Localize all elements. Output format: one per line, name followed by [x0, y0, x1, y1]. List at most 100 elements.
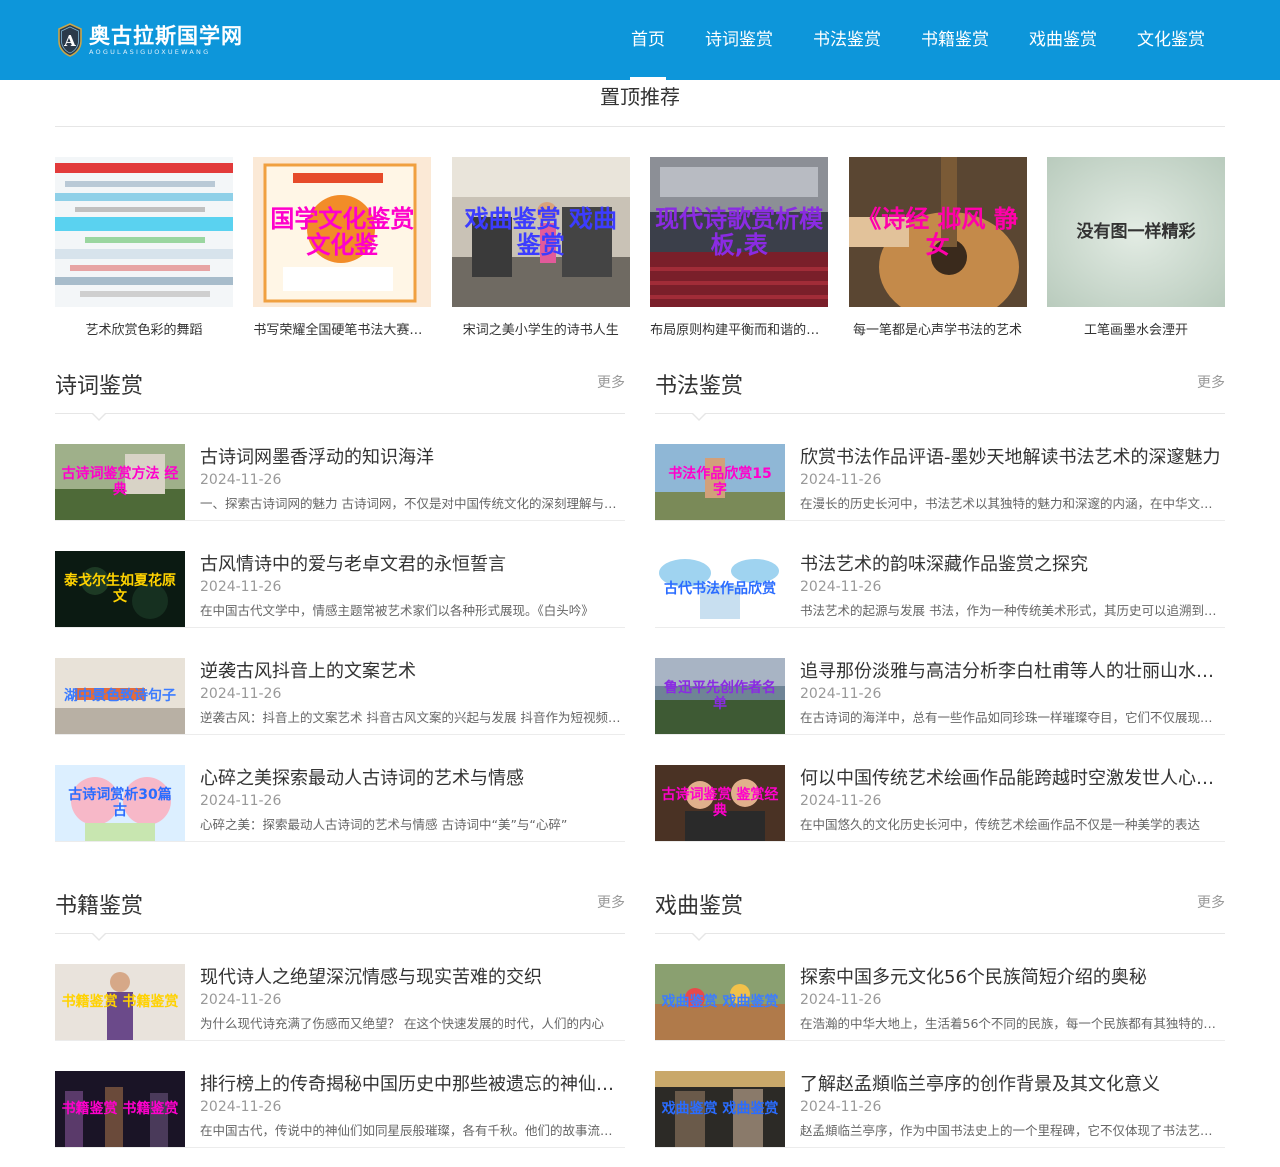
top-card[interactable]: 《诗经 邶风 静女 每一笔都是心声学书法的艺术 — [848, 157, 1027, 338]
item-excerpt: 为什么现代诗充满了伤感而又绝望？ 在这个快速发展的时代，人们的内心 — [200, 1016, 604, 1031]
item-thumbnail[interactable]: 戏曲鉴赏 戏曲鉴赏 — [655, 964, 785, 1040]
list-item[interactable]: 古诗词鉴赏方法 经典 古诗词网墨香浮动的知识海洋 2024-11-26 一、探索… — [55, 414, 625, 521]
shield-logo-icon: A — [58, 23, 82, 57]
nav-poetry[interactable]: 诗词鉴赏 — [685, 0, 793, 80]
item-title[interactable]: 排行榜上的传奇揭秘中国历史中那些被遗忘的神仙故事 — [200, 1073, 625, 1097]
main-nav: 首页 诗词鉴赏 书法鉴赏 书籍鉴赏 戏曲鉴赏 文化鉴赏 — [611, 0, 1225, 80]
nav-opera[interactable]: 戏曲鉴赏 — [1009, 0, 1117, 80]
more-link[interactable]: 更多 — [1197, 892, 1225, 912]
item-date: 2024-11-26 — [800, 1099, 882, 1115]
item-title[interactable]: 何以中国传统艺术绘画作品能跨越时空激发世人心灵的共鸣 — [800, 767, 1225, 791]
item-thumbnail[interactable]: 戏曲鉴赏 戏曲鉴赏 — [655, 1071, 785, 1147]
logo-title: 奥古拉斯国学网 — [89, 22, 243, 48]
item-thumbnail[interactable]: 古代书法作品欣赏 — [655, 551, 785, 627]
nav-culture[interactable]: 文化鉴赏 — [1117, 0, 1225, 80]
top-card[interactable]: 现代诗歌赏析模板,表 布局原则构建平衡而和谐的空间设计 — [650, 157, 829, 338]
item-title[interactable]: 书法艺术的韵味深藏作品鉴赏之探究 — [800, 553, 1225, 577]
list-item[interactable]: 泰戈尔生如夏花原文 古风情诗中的爱与老卓文君的永恒誓言 2024-11-26 在… — [55, 521, 625, 628]
item-date: 2024-11-26 — [800, 686, 882, 702]
item-thumbnail[interactable]: 湖中景色致诗句子 — [55, 658, 185, 734]
item-thumbnail[interactable]: 书籍鉴赏 书籍鉴赏 — [55, 1071, 185, 1147]
top-card[interactable]: 艺术欣赏色彩的舞蹈 — [55, 157, 233, 338]
nav-home[interactable]: 首页 — [611, 0, 685, 80]
list-item[interactable]: 湖中景色致诗句子 逆袭古风抖音上的文案艺术 2024-11-26 逆袭古风：抖音… — [55, 628, 625, 735]
more-link[interactable]: 更多 — [1197, 372, 1225, 392]
card-caption[interactable]: 宋词之美小学生的诗书人生 — [452, 319, 630, 338]
item-title[interactable]: 古诗词网墨香浮动的知识海洋 — [200, 446, 625, 470]
item-title[interactable]: 追寻那份淡雅与高洁分析李白杜甫等人的壮丽山水诗篇 — [800, 660, 1225, 684]
card-caption[interactable]: 工笔画墨水会湮开 — [1047, 319, 1225, 338]
list-item[interactable]: 古诗词鉴赏 鉴赏经典 何以中国传统艺术绘画作品能跨越时空激发世人心灵的共鸣 20… — [655, 735, 1225, 842]
list-item[interactable]: 鲁迅平先创作者名单 追寻那份淡雅与高洁分析李白杜甫等人的壮丽山水诗篇 2024-… — [655, 628, 1225, 735]
item-excerpt: 在中国悠久的文化历史长河中，传统艺术绘画作品不仅是一种美学的表达 — [800, 817, 1201, 832]
item-title[interactable]: 古风情诗中的爱与老卓文君的永恒誓言 — [200, 553, 625, 577]
item-date: 2024-11-26 — [800, 793, 882, 809]
item-date: 2024-11-26 — [800, 579, 882, 595]
item-thumbnail[interactable]: 泰戈尔生如夏花原文 — [55, 551, 185, 627]
card-caption[interactable]: 每一笔都是心声学书法的艺术 — [849, 319, 1027, 338]
item-title[interactable]: 现代诗人之绝望深沉情感与现实苦难的交织 — [200, 966, 625, 990]
item-date: 2024-11-26 — [200, 686, 282, 702]
site-logo[interactable]: A 奥古拉斯国学网 AOGULASIGUOXUEWANG — [57, 20, 243, 60]
thumbnail-overlay-text: 戏曲鉴赏 戏曲鉴赏 — [661, 1101, 779, 1117]
top-card[interactable]: 没有图一样精彩 工笔画墨水会湮开 — [1046, 157, 1225, 338]
more-link[interactable]: 更多 — [597, 372, 625, 392]
item-excerpt: 在中国古代文学中，情感主题常被艺术家们以各种形式展现。《白头吟》 — [200, 603, 594, 618]
card-thumbnail[interactable] — [55, 157, 233, 307]
list-item[interactable]: 戏曲鉴赏 戏曲鉴赏 探索中国多元文化56个民族简短介绍的奥秘 2024-11-2… — [655, 934, 1225, 1041]
top-card[interactable]: 国学文化鉴赏 文化鉴 书写荣耀全国硬笔书法大赛启动仪式 — [253, 157, 432, 338]
item-title[interactable]: 逆袭古风抖音上的文案艺术 — [200, 660, 625, 684]
card-thumbnail[interactable]: 戏曲鉴赏 戏曲鉴赏 — [451, 157, 630, 307]
card-thumbnail[interactable]: 没有图一样精彩 — [1046, 157, 1225, 307]
thumbnail-overlay-text: 湖中景色致诗句子 — [64, 688, 176, 704]
item-date: 2024-11-26 — [200, 992, 282, 1008]
top-card[interactable]: 戏曲鉴赏 戏曲鉴赏 宋词之美小学生的诗书人生 — [451, 157, 630, 338]
list-item[interactable]: 书法作品欣赏15 字 欣赏书法作品评语-墨妙天地解读书法艺术的深邃魅力 2024… — [655, 414, 1225, 521]
thumbnail-overlay-text: 古代书法作品欣赏 — [664, 581, 776, 597]
item-thumbnail[interactable]: 古诗词鉴赏 鉴赏经典 — [655, 765, 785, 841]
list-item[interactable]: 古代书法作品欣赏 书法艺术的韵味深藏作品鉴赏之探究 2024-11-26 书法艺… — [655, 521, 1225, 628]
card-thumbnail[interactable]: 现代诗歌赏析模板,表 — [650, 157, 829, 307]
more-link[interactable]: 更多 — [597, 892, 625, 912]
item-title[interactable]: 心碎之美探索最动人古诗词的艺术与情感 — [200, 767, 625, 791]
item-thumbnail[interactable]: 书籍鉴赏 书籍鉴赏 — [55, 964, 185, 1040]
list-item[interactable]: 戏曲鉴赏 戏曲鉴赏 了解赵孟頫临兰亭序的创作背景及其文化意义 2024-11-2… — [655, 1041, 1225, 1148]
list-item[interactable]: 书籍鉴赏 书籍鉴赏 排行榜上的传奇揭秘中国历史中那些被遗忘的神仙故事 2024-… — [55, 1041, 625, 1148]
thumbnail-overlay-text: 书籍鉴赏 书籍鉴赏 — [61, 994, 179, 1010]
nav-calligraphy[interactable]: 书法鉴赏 — [793, 0, 901, 80]
thumbnail-overlay-text: 戏曲鉴赏 戏曲鉴赏 — [661, 994, 779, 1010]
item-title[interactable]: 探索中国多元文化56个民族简短介绍的奥秘 — [800, 966, 1225, 990]
thumbnail-overlay-text: 书籍鉴赏 书籍鉴赏 — [61, 1101, 179, 1117]
card-thumbnail[interactable]: 国学文化鉴赏 文化鉴 — [253, 157, 432, 307]
item-date: 2024-11-26 — [200, 472, 282, 488]
nav-books[interactable]: 书籍鉴赏 — [901, 0, 1009, 80]
thumbnail-overlay-text: 泰戈尔生如夏花原文 — [64, 573, 176, 605]
list-item[interactable]: 古诗词赏析30篇 古 心碎之美探索最动人古诗词的艺术与情感 2024-11-26… — [55, 735, 625, 842]
thumbnail-overlay-text: 国学文化鉴赏 文化鉴 — [270, 205, 415, 259]
item-thumbnail[interactable]: 书法作品欣赏15 字 — [655, 444, 785, 520]
section-title: 诗词鉴赏 — [55, 374, 144, 399]
item-title[interactable]: 欣赏书法作品评语-墨妙天地解读书法艺术的深邃魅力 — [800, 446, 1225, 470]
list-item[interactable]: 书籍鉴赏 书籍鉴赏 现代诗人之绝望深沉情感与现实苦难的交织 2024-11-26… — [55, 934, 625, 1041]
item-title[interactable]: 了解赵孟頫临兰亭序的创作背景及其文化意义 — [800, 1073, 1225, 1097]
item-excerpt: 赵孟頫临兰亭序，作为中国书法史上的一个里程碑，它不仅体现了书法艺术的精髓 — [800, 1123, 1225, 1138]
item-thumbnail[interactable]: 古诗词赏析30篇 古 — [55, 765, 185, 841]
thumbnail-overlay-text: 古诗词赏析30篇 古 — [68, 787, 172, 819]
section-title: 书籍鉴赏 — [55, 894, 144, 919]
section-header: 书籍鉴赏 更多 — [55, 876, 625, 941]
thumbnail-overlay-text: 书法作品欣赏15 字 — [668, 466, 772, 498]
item-excerpt: 逆袭古风：抖音上的文案艺术 抖音古风文案的兴起与发展 抖音作为短视频平台 — [200, 710, 625, 725]
card-caption[interactable]: 艺术欣赏色彩的舞蹈 — [55, 319, 233, 338]
thumbnail-overlay-text: 古诗词鉴赏方法 经典 — [61, 466, 179, 498]
item-thumbnail[interactable]: 鲁迅平先创作者名单 — [655, 658, 785, 734]
card-caption[interactable]: 布局原则构建平衡而和谐的空间设计 — [650, 319, 828, 338]
section-title: 戏曲鉴赏 — [655, 894, 744, 919]
item-thumbnail[interactable]: 古诗词鉴赏方法 经典 — [55, 444, 185, 520]
item-date: 2024-11-26 — [800, 472, 882, 488]
item-excerpt: 在浩瀚的中华大地上，生活着56个不同的民族，每一个民族都有其独特的文化 — [800, 1016, 1225, 1031]
card-thumbnail[interactable]: 《诗经 邶风 静女 — [848, 157, 1027, 307]
logo-subtitle: AOGULASIGUOXUEWANG — [89, 47, 211, 56]
section-opera: 戏曲鉴赏 更多 戏曲鉴赏 戏曲鉴赏 探索中国多元文化56个民族简短介绍的奥秘 2… — [655, 876, 1225, 1148]
thumbnail-overlay-text: 鲁迅平先创作者名单 — [664, 680, 776, 712]
card-caption[interactable]: 书写荣耀全国硬笔书法大赛启动仪式 — [253, 319, 431, 338]
